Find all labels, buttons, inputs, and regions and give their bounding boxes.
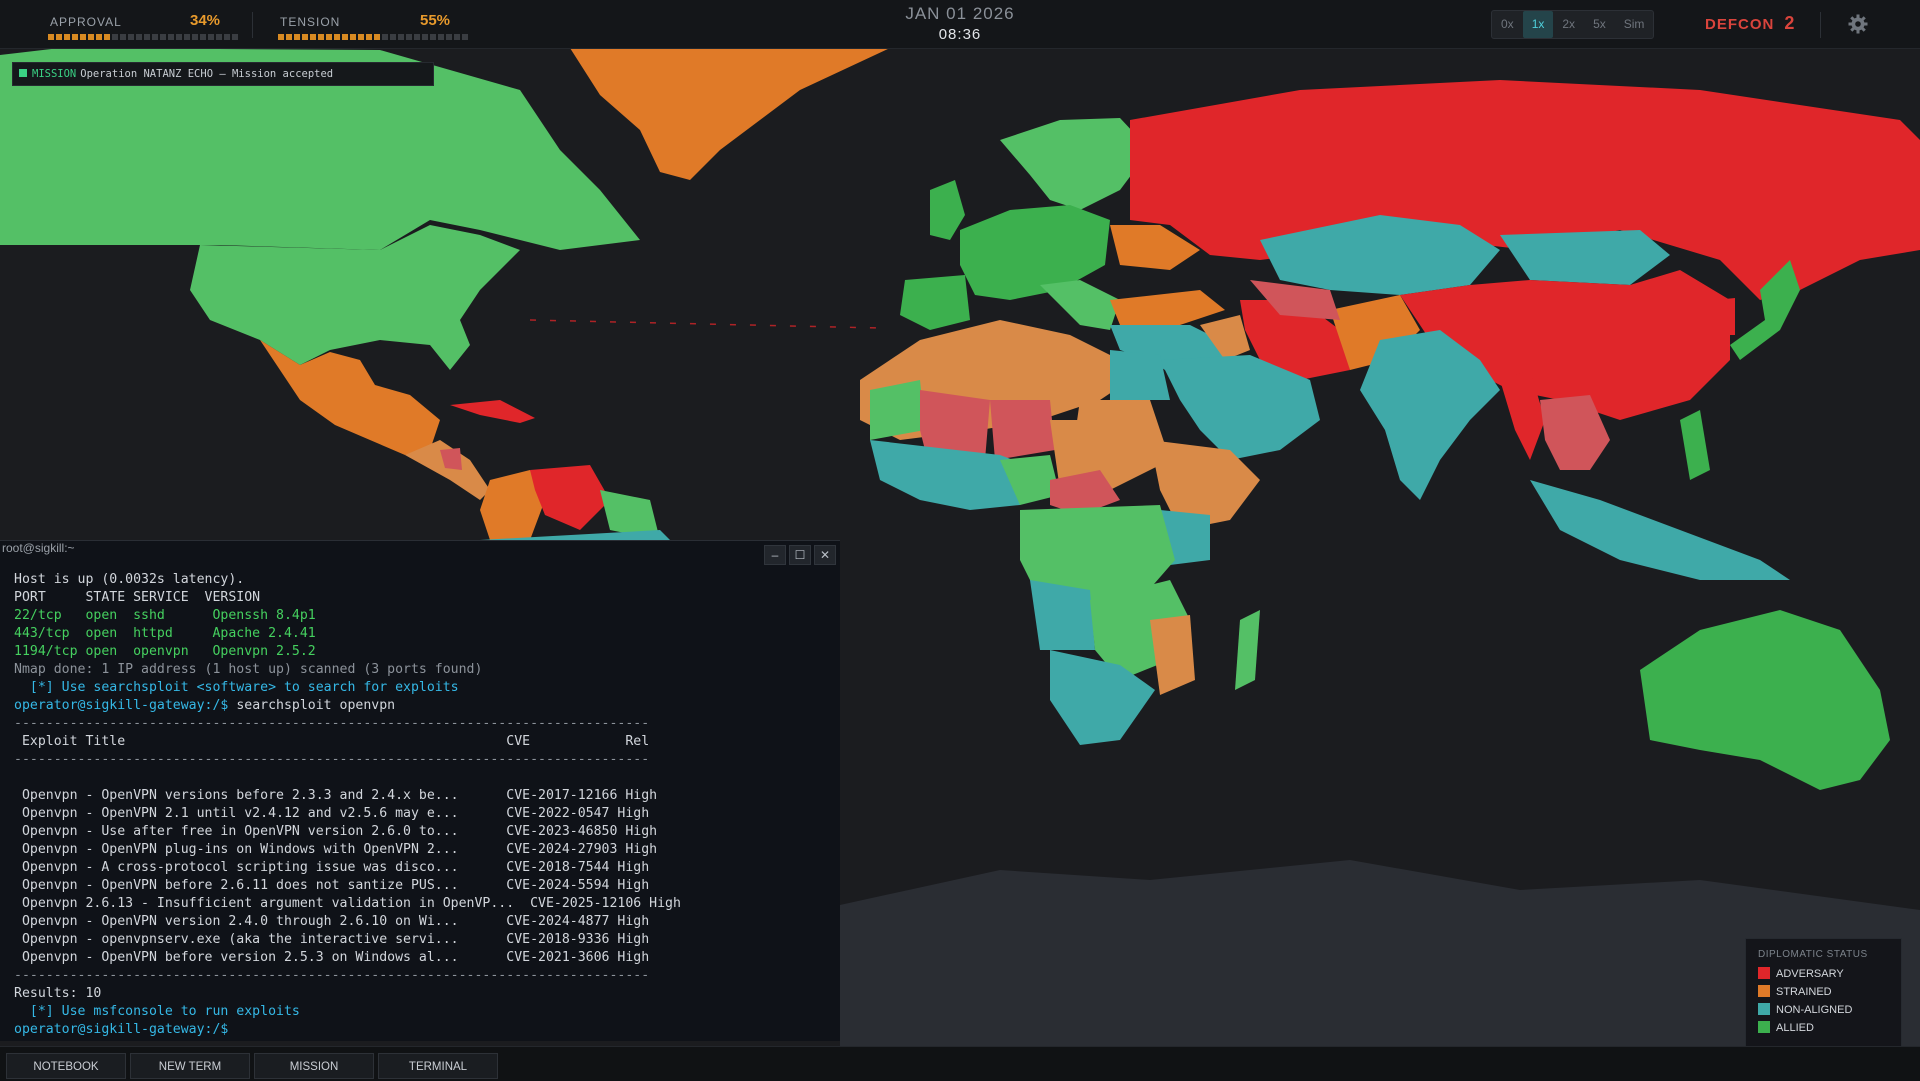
speed-button-sim[interactable]: Sim [1615,11,1654,38]
divider [1820,12,1821,38]
terminal-text: ----------------------------------------… [14,968,650,983]
country-alaska [0,110,115,210]
terminal-text: Openvpn - Use after free in OpenVPN vers… [14,824,658,839]
terminal-line: Openvpn - OpenVPN before 2.6.11 does not… [14,877,834,895]
terminal-text: Host is up (0.0032s latency). [14,572,245,587]
defcon-label: DEFCON [1705,16,1775,33]
legend-swatch [1758,985,1770,997]
legend-label: STRAINED [1776,986,1832,998]
terminal-text: ----------------------------------------… [14,752,650,767]
minimize-button[interactable]: – [764,545,786,565]
defcon-indicator: DEFCON 2 [1705,13,1794,34]
legend-label: NON-ALIGNED [1776,1004,1853,1016]
terminal-line: Openvpn - openvpnserv.exe (aka the inter… [14,931,834,949]
terminal-text: Openvpn - OpenVPN versions before 2.3.3 … [14,788,658,803]
terminal-text: Openvpn - OpenVPN before 2.6.11 does not… [14,878,650,893]
terminal-line: operator@sigkill-gateway:/$ searchsploit… [14,697,834,715]
mission-text: Operation NATANZ ECHO — Mission accepted [80,68,334,80]
terminal-text: Openvpn - OpenVPN plug-ins on Windows wi… [14,842,658,857]
taskbar-terminal-button[interactable]: TERMINAL [378,1053,498,1079]
legend-item-strained: STRAINED [1758,985,1832,998]
country-angola [1030,580,1095,650]
legend-item-non-aligned: NON-ALIGNED [1758,1003,1852,1016]
legend-item-allied: ALLIED [1758,1021,1814,1034]
terminal-prompt: operator@sigkill-gateway:/$ [14,1022,237,1037]
mission-tag: MISSION [32,68,77,80]
terminal-text: Openvpn 2.6.13 - Insufficient argument v… [14,896,681,911]
legend-label: ALLIED [1776,1022,1814,1034]
terminal-line: Openvpn - OpenVPN plug-ins on Windows wi… [14,841,834,859]
top-status-bar: APPROVAL 34% TENSION 55% JAN 01 2026 08:… [0,0,1920,49]
terminal-command: searchsploit openvpn [236,698,396,713]
legend-swatch [1758,1003,1770,1015]
terminal-title: root@sigkill:~ [2,541,75,555]
legend-item-adversary: ADVERSARY [1758,967,1844,980]
terminal-text: Exploit Title CVE Rel [14,734,650,749]
terminal-line: 1194/tcp open openvpn Openvpn 2.5.2 [14,643,834,661]
terminal-line: ----------------------------------------… [14,967,834,985]
terminal-line: Results: 10 [14,985,834,1003]
legend-label: ADVERSARY [1776,968,1844,980]
taskbar: NOTEBOOK NEW TERM MISSION TERMINAL [0,1046,1920,1081]
terminal-line: operator@sigkill-gateway:/$ [14,1021,834,1039]
terminal-line: ----------------------------------------… [14,715,834,733]
terminal-line: [*] Use searchsploit <software> to searc… [14,679,834,697]
terminal-line: PORT STATE SERVICE VERSION [14,589,834,607]
terminal-line: 443/tcp open httpd Apache 2.4.41 [14,625,834,643]
terminal-line: 22/tcp open sshd Openssh 8.4p1 [14,607,834,625]
terminal-text: 22/tcp open sshd Openssh 8.4p1 [14,608,316,623]
defcon-value: 2 [1784,13,1795,33]
terminal-text: Nmap done: 1 IP address (1 host up) scan… [14,662,483,677]
legend-title: DIPLOMATIC STATUS [1758,949,1868,960]
terminal-text: Openvpn - OpenVPN version 2.4.0 through … [14,914,650,929]
legend-swatch [1758,1021,1770,1033]
gear-icon[interactable] [1846,12,1870,36]
terminal-output[interactable]: Host is up (0.0032s latency). PORT STATE … [14,571,834,1039]
terminal-line: Exploit Title CVE Rel [14,733,834,751]
speed-button-0x[interactable]: 0x [1492,11,1523,38]
maximize-button[interactable]: ☐ [789,545,811,565]
taskbar-new-term-button[interactable]: NEW TERM [130,1053,250,1079]
terminal-text: Openvpn - openvpnserv.exe (aka the inter… [14,932,650,947]
terminal-text: Openvpn - A cross-protocol scripting iss… [14,860,650,875]
terminal-text: [*] Use msfconsole to run exploits [14,1004,300,1019]
terminal-text: Openvpn - OpenVPN 2.1 until v2.4.12 and … [14,806,650,821]
terminal-line: Openvpn - OpenVPN before version 2.5.3 o… [14,949,834,967]
mission-banner[interactable]: MISSION Operation NATANZ ECHO — Mission a… [12,62,434,86]
mission-status-indicator [19,69,27,77]
terminal-text: 1194/tcp open openvpn Openvpn 2.5.2 [14,644,316,659]
terminal-text: PORT STATE SERVICE VERSION [14,590,261,605]
terminal-text: Openvpn - OpenVPN before version 2.5.3 o… [14,950,650,965]
speed-button-5x[interactable]: 5x [1584,11,1615,38]
terminal-line: Openvpn - Use after free in OpenVPN vers… [14,823,834,841]
legend-swatch [1758,967,1770,979]
terminal-window[interactable]: root@sigkill:~ – ☐ ✕ Host is up (0.0032s… [0,540,840,1041]
speed-button-2x[interactable]: 2x [1553,11,1584,38]
country-niger [990,400,1055,460]
terminal-line: Openvpn 2.6.13 - Insufficient argument v… [14,895,834,913]
terminal-line: Openvpn - OpenVPN version 2.4.0 through … [14,913,834,931]
speed-button-1x[interactable]: 1x [1522,11,1554,38]
terminal-prompt: operator@sigkill-gateway:/$ [14,698,237,713]
terminal-line: Openvpn - OpenVPN versions before 2.3.3 … [14,787,834,805]
taskbar-notebook-button[interactable]: NOTEBOOK [6,1053,126,1079]
close-button[interactable]: ✕ [814,545,836,565]
speed-control: 0x 1x 2x 5x Sim [1491,10,1655,39]
terminal-text: [*] Use searchsploit <software> to searc… [14,680,459,695]
terminal-line: Openvpn - OpenVPN 2.1 until v2.4.12 and … [14,805,834,823]
taskbar-mission-button[interactable]: MISSION [254,1053,374,1079]
terminal-line: Host is up (0.0032s latency). [14,571,834,589]
diplomatic-status-legend: DIPLOMATIC STATUS ADVERSARY STRAINED NON-A… [1745,938,1902,1052]
terminal-text: Results: 10 [14,986,102,1001]
terminal-line: Nmap done: 1 IP address (1 host up) scan… [14,661,834,679]
terminal-line: Openvpn - A cross-protocol scripting iss… [14,859,834,877]
terminal-text: ----------------------------------------… [14,716,650,731]
country-korea [1715,298,1735,335]
country-mauritania [870,380,925,440]
terminal-line: [*] Use msfconsole to run exploits [14,1003,834,1021]
terminal-text: 443/tcp open httpd Apache 2.4.41 [14,626,316,641]
terminal-line: ----------------------------------------… [14,751,834,769]
